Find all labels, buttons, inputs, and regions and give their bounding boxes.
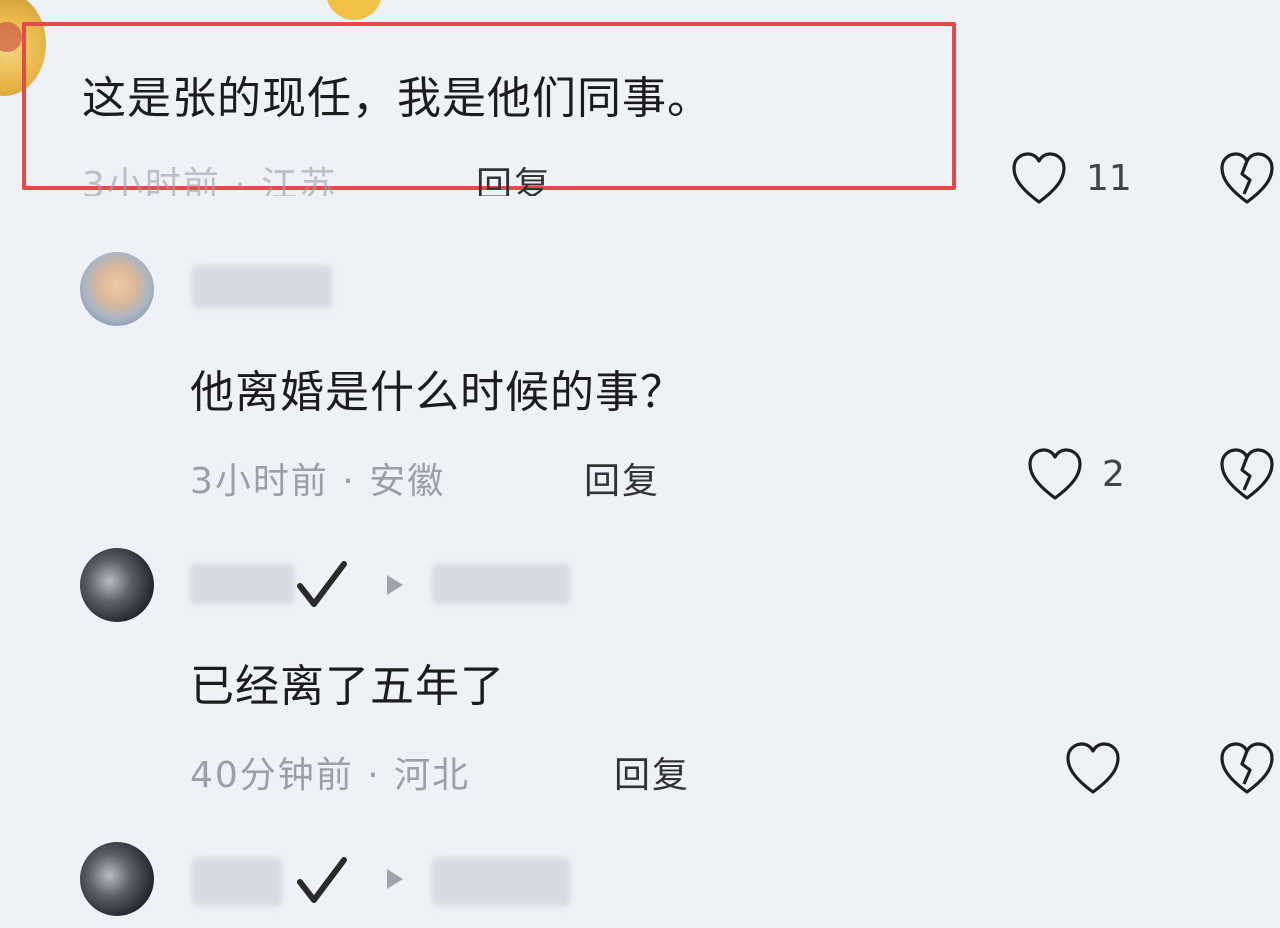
play-arrow-icon [384,572,406,598]
play-arrow-icon [384,866,406,892]
reply-button[interactable]: 回复 [584,452,660,504]
reply-target-username[interactable] [432,858,570,906]
username[interactable] [192,266,332,308]
comment-text: 这是张的现任，我是他们同事。 [82,73,712,124]
checkmark-icon [294,556,350,612]
comment-meta: 3小时前 · 江苏 [82,165,338,196]
username[interactable] [190,564,294,604]
checkmark-icon [294,852,350,908]
username[interactable] [192,858,282,906]
heart-outline-icon[interactable] [1010,150,1068,206]
comment-meta: 40分钟前 · 河北 [190,755,471,796]
avatar[interactable] [80,252,154,326]
like-count: 11 [1086,158,1132,199]
reply-target-username[interactable] [432,564,570,604]
reply-button[interactable]: 回复 [476,156,552,196]
like-count: 2 [1102,454,1125,495]
heart-outline-icon[interactable] [1026,446,1084,502]
avatar[interactable] [80,842,154,916]
heart-outline-icon[interactable] [1064,740,1122,796]
reply-button[interactable]: 回复 [614,746,690,798]
avatar[interactable] [80,548,154,622]
broken-heart-icon[interactable] [1218,446,1276,502]
broken-heart-icon[interactable] [1218,740,1276,796]
comment-meta: 3小时前 · 安徽 [190,461,446,502]
comment-text: 他离婚是什么时候的事？ [190,367,685,418]
emoji-icon [326,0,382,20]
broken-heart-icon[interactable] [1218,150,1276,206]
comment-text: 已经离了五年了 [190,661,505,712]
